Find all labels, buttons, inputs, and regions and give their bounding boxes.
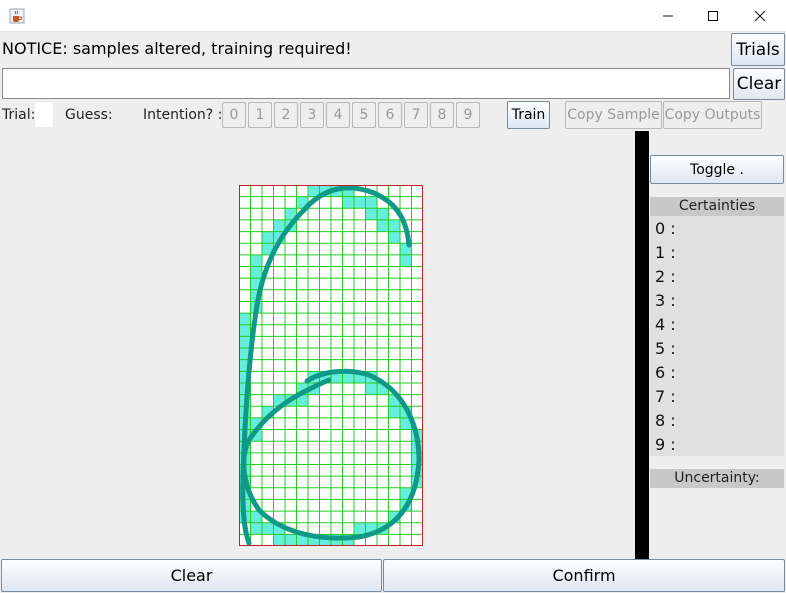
- copy-sample-button[interactable]: Copy Sample: [565, 101, 662, 129]
- drawing-canvas[interactable]: [239, 185, 423, 546]
- active-cell: [239, 336, 251, 349]
- intention-digit-7-button[interactable]: 7: [404, 102, 428, 128]
- clear-bottom-button[interactable]: Clear: [1, 559, 382, 592]
- active-cell: [239, 313, 251, 325]
- trial-value-box: [35, 103, 53, 127]
- trials-button[interactable]: Trials: [731, 33, 785, 66]
- intention-label: Intention? :: [143, 107, 223, 123]
- copy-outputs-button[interactable]: Copy Outputs: [663, 101, 762, 129]
- active-cell: [285, 534, 297, 546]
- active-cell: [377, 219, 389, 232]
- active-cell: [273, 534, 285, 546]
- active-cell: [365, 208, 377, 220]
- intention-digit-0-button[interactable]: 0: [222, 102, 246, 128]
- active-cell: [388, 219, 400, 232]
- certainty-row-1: 1 :: [655, 243, 676, 262]
- notice-text: NOTICE: samples altered, training requir…: [2, 39, 352, 58]
- active-cell: [342, 196, 354, 209]
- certainty-row-3: 3 :: [655, 291, 676, 310]
- active-cell: [250, 266, 262, 279]
- certainty-row-0: 0 :: [655, 219, 676, 238]
- active-cell: [262, 522, 274, 535]
- active-cell: [262, 231, 274, 244]
- train-button[interactable]: Train: [507, 101, 550, 129]
- maximize-icon[interactable]: [690, 0, 736, 32]
- certainty-row-2: 2 :: [655, 267, 676, 286]
- active-cell: [250, 522, 262, 535]
- active-cell: [273, 219, 285, 232]
- certainty-row-8: 8 :: [655, 411, 676, 430]
- trial-label: Trial:: [2, 107, 36, 123]
- intention-digit-3-button[interactable]: 3: [300, 102, 324, 128]
- active-cell: [400, 254, 412, 267]
- active-cell: [388, 231, 400, 244]
- guess-label: Guess:: [65, 107, 113, 123]
- certainty-row-5: 5 :: [655, 339, 676, 358]
- certainty-row-7: 7 :: [655, 387, 676, 406]
- active-cell: [388, 406, 400, 418]
- uncertainty-label: Uncertainty:: [650, 469, 784, 488]
- certainty-row-9: 9 :: [655, 435, 676, 454]
- active-cell: [365, 382, 377, 395]
- active-cell: [239, 324, 251, 337]
- active-cell: [377, 208, 389, 220]
- certainty-row-6: 6 :: [655, 363, 676, 382]
- intention-digit-1-button[interactable]: 1: [248, 102, 272, 128]
- clear-top-button[interactable]: Clear: [733, 68, 785, 100]
- intention-digit-5-button[interactable]: 5: [352, 102, 376, 128]
- certainty-row-4: 4 :: [655, 315, 676, 334]
- title-bar: [0, 0, 786, 32]
- intention-digit-6-button[interactable]: 6: [378, 102, 402, 128]
- text-input-field[interactable]: [2, 68, 730, 99]
- intention-digit-2-button[interactable]: 2: [274, 102, 298, 128]
- confirm-button[interactable]: Confirm: [383, 559, 785, 592]
- certainties-header: Certainties: [650, 197, 784, 216]
- active-cell: [365, 196, 377, 209]
- active-cell: [354, 522, 366, 535]
- intention-digit-8-button[interactable]: 8: [430, 102, 454, 128]
- java-coffee-cup-icon: [9, 8, 25, 24]
- intention-digit-9-button[interactable]: 9: [456, 102, 480, 128]
- active-cell: [250, 254, 262, 267]
- toggle-button[interactable]: Toggle .: [650, 155, 784, 184]
- minimize-icon[interactable]: [645, 0, 691, 32]
- intention-digit-4-button[interactable]: 4: [326, 102, 350, 128]
- panel-divider: [635, 131, 649, 559]
- close-icon[interactable]: [737, 0, 783, 32]
- active-cell: [354, 196, 366, 209]
